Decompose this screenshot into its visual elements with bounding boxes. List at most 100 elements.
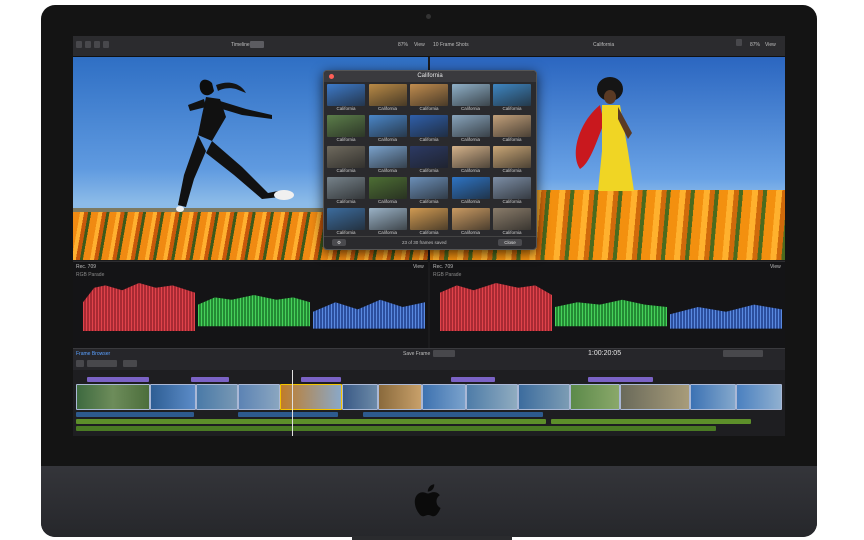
close-button[interactable]: Close bbox=[498, 239, 522, 246]
frame-thumbnail[interactable]: California bbox=[327, 177, 365, 205]
video-clip[interactable] bbox=[466, 384, 518, 410]
video-clip[interactable] bbox=[620, 384, 690, 410]
edit-tools[interactable] bbox=[87, 360, 117, 367]
title-clip[interactable] bbox=[87, 377, 149, 382]
select-tool[interactable] bbox=[123, 360, 137, 367]
video-clip[interactable] bbox=[736, 384, 782, 410]
viewer-title: California bbox=[593, 42, 615, 48]
thumbnail-image bbox=[327, 115, 365, 137]
view-right[interactable]: View bbox=[765, 42, 776, 48]
thumbnail-caption: California bbox=[419, 199, 439, 204]
frame-thumbnail[interactable]: California bbox=[451, 208, 490, 236]
music-clip[interactable] bbox=[76, 419, 546, 424]
timeline-toggle[interactable] bbox=[250, 41, 264, 48]
audio-clip[interactable] bbox=[238, 412, 338, 417]
photos-icon[interactable] bbox=[85, 41, 91, 48]
thumbnail-caption: California bbox=[502, 168, 522, 173]
save-frame-label[interactable]: Save Frame bbox=[403, 351, 430, 357]
video-clip[interactable] bbox=[378, 384, 422, 410]
scope-sub-right: RGB Parade bbox=[433, 272, 462, 278]
frame-thumbnail[interactable]: California bbox=[368, 177, 407, 205]
frame-thumbnail[interactable]: California bbox=[368, 115, 407, 143]
zoom-right[interactable]: 87% bbox=[750, 42, 760, 48]
library-icon[interactable] bbox=[76, 41, 82, 48]
thumbnail-caption: California bbox=[336, 137, 356, 142]
close-window-button[interactable] bbox=[329, 74, 334, 79]
frame-thumbnail[interactable]: California bbox=[451, 115, 490, 143]
music-clip[interactable] bbox=[551, 419, 751, 424]
view-left[interactable]: View bbox=[414, 42, 425, 48]
thumbnail-image bbox=[451, 84, 490, 106]
video-clip[interactable] bbox=[690, 384, 736, 410]
video-clip[interactable] bbox=[238, 384, 280, 410]
thumbnail-caption: California bbox=[460, 199, 480, 204]
scope-label-right: Rec. 709 bbox=[433, 264, 454, 270]
music-clip[interactable] bbox=[76, 426, 716, 431]
frame-thumbnail[interactable]: California bbox=[493, 177, 531, 205]
blue-waveform bbox=[313, 299, 425, 329]
titles-icon[interactable] bbox=[94, 41, 100, 48]
import-icon[interactable] bbox=[103, 41, 109, 48]
frame-thumbnail[interactable]: California bbox=[327, 208, 365, 236]
frame-thumbnail[interactable]: California bbox=[410, 84, 448, 112]
share-icon[interactable] bbox=[736, 39, 742, 46]
zoom-left[interactable]: 87% bbox=[398, 42, 408, 48]
camera-dot bbox=[426, 14, 431, 19]
timeline[interactable] bbox=[73, 370, 785, 436]
frame-thumbnail[interactable]: California bbox=[327, 146, 365, 174]
title-clip[interactable] bbox=[191, 377, 229, 382]
thumbnail-image bbox=[410, 115, 448, 137]
frame-thumbnail[interactable]: California bbox=[493, 115, 531, 143]
frame-thumbnail[interactable]: California bbox=[410, 115, 448, 143]
frame-thumbnail[interactable]: California bbox=[368, 84, 407, 112]
scopes-left: Rec. 709 View RGB Parade bbox=[73, 261, 428, 349]
frame-thumbnail[interactable]: California bbox=[493, 84, 531, 112]
scope-view-right[interactable]: View bbox=[770, 264, 781, 270]
frame-thumbnail[interactable]: California bbox=[327, 115, 365, 143]
title-clip[interactable] bbox=[588, 377, 653, 382]
frame-thumbnail[interactable]: California bbox=[368, 146, 407, 174]
frame-thumbnail[interactable]: California bbox=[451, 177, 490, 205]
video-clip[interactable] bbox=[570, 384, 620, 410]
timeline-label[interactable]: Timeline bbox=[231, 42, 250, 48]
project-label[interactable]: Frame Browser bbox=[76, 351, 110, 357]
thumbnail-image bbox=[327, 146, 365, 168]
thumbnail-caption: California bbox=[419, 137, 439, 142]
frame-thumbnail[interactable]: California bbox=[451, 84, 490, 112]
zoom-controls[interactable] bbox=[433, 350, 455, 357]
video-clip[interactable] bbox=[422, 384, 466, 410]
video-clip[interactable] bbox=[196, 384, 238, 410]
clip-appearance[interactable] bbox=[723, 350, 763, 357]
title-clip[interactable] bbox=[301, 377, 341, 382]
video-clip[interactable] bbox=[518, 384, 570, 410]
audio-clip[interactable] bbox=[76, 412, 194, 417]
index-button[interactable] bbox=[76, 360, 84, 367]
blue-waveform-right bbox=[670, 304, 782, 329]
video-clip[interactable] bbox=[150, 384, 196, 410]
frame-thumbnail[interactable]: California bbox=[451, 146, 490, 174]
playhead[interactable] bbox=[292, 370, 293, 436]
gear-icon[interactable]: ⚙ bbox=[332, 239, 346, 246]
thumbnail-caption: California bbox=[377, 168, 397, 173]
scope-sub-left: RGB Parade bbox=[76, 272, 105, 278]
audio-clip[interactable] bbox=[363, 412, 543, 417]
frame-thumbnail[interactable]: California bbox=[493, 146, 531, 174]
thumbnail-image bbox=[410, 177, 448, 199]
apple-logo-icon bbox=[413, 482, 447, 523]
title-clip[interactable] bbox=[451, 377, 495, 382]
frame-thumbnail[interactable]: California bbox=[410, 146, 448, 174]
selected-video-clip[interactable] bbox=[280, 384, 342, 410]
frame-thumbnail[interactable]: California bbox=[368, 208, 407, 236]
thumbnail-image bbox=[368, 177, 407, 199]
scope-view-left[interactable]: View bbox=[413, 264, 424, 270]
thumbnail-image bbox=[451, 208, 490, 230]
video-clip[interactable] bbox=[76, 384, 150, 410]
video-clip[interactable] bbox=[342, 384, 378, 410]
frame-thumbnail[interactable]: California bbox=[327, 84, 365, 112]
thumbnail-image bbox=[368, 115, 407, 137]
frame-thumbnail[interactable]: California bbox=[410, 208, 448, 236]
thumbnail-caption: California bbox=[460, 137, 480, 142]
frame-thumbnail[interactable]: California bbox=[493, 208, 531, 236]
thumbnail-caption: California bbox=[502, 199, 522, 204]
frame-thumbnail[interactable]: California bbox=[410, 177, 448, 205]
